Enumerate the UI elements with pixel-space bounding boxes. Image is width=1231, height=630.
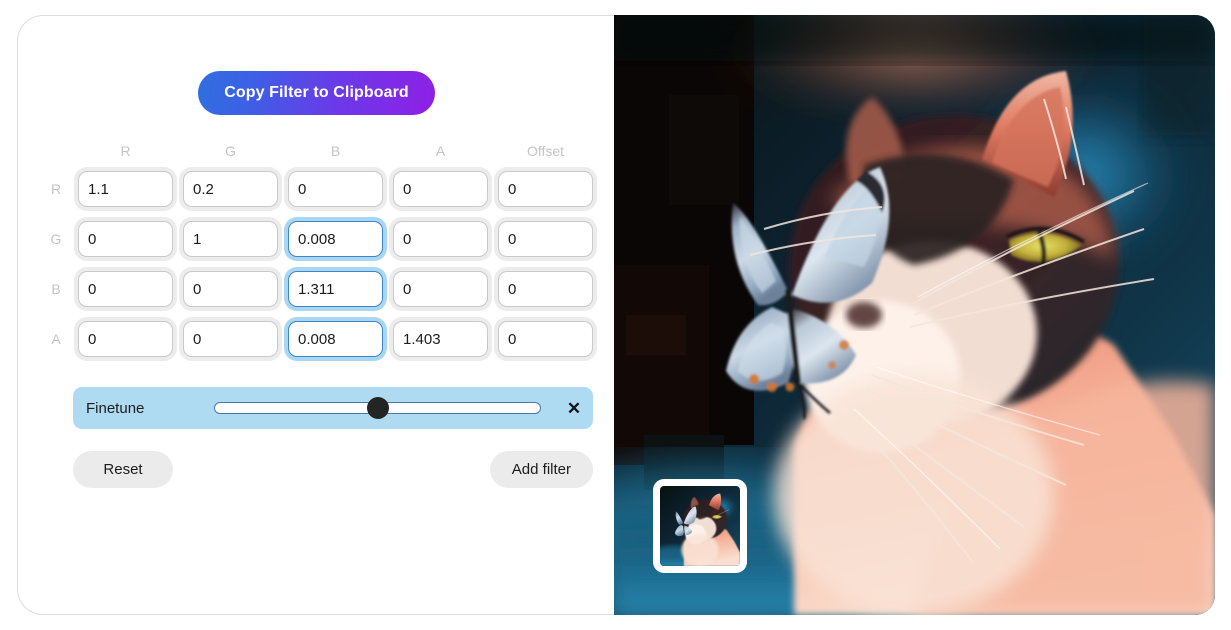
input-g-a[interactable] [393,221,488,257]
matrix-row-g: G [39,214,599,264]
input-r-a[interactable] [393,171,488,207]
input-a-b[interactable] [288,321,383,357]
cell-b-b [283,271,388,307]
input-a-a[interactable] [393,321,488,357]
input-b-offset[interactable] [498,271,593,307]
cell-g-g [178,221,283,257]
column-header-r: R [120,143,131,159]
input-r-offset[interactable] [498,171,593,207]
input-g-g[interactable] [183,221,278,257]
finetune-slider-thumb[interactable] [366,397,389,419]
input-a-g[interactable] [183,321,278,357]
input-g-offset[interactable] [498,221,593,257]
copy-button-container: Copy Filter to Clipboard [18,71,615,115]
input-a-r[interactable] [78,321,173,357]
cell-a-offset [493,321,598,357]
input-g-b[interactable] [288,221,383,257]
matrix-row-a: A [39,314,599,364]
finetune-row: Finetune ✕ [73,387,593,429]
row-label-g: G [50,231,62,247]
filter-editor-app: Copy Filter to Clipboard R G B A Offset … [0,0,1231,630]
input-r-b[interactable] [288,171,383,207]
matrix-row-b: B [39,264,599,314]
cell-r-a [388,171,493,207]
close-icon[interactable]: ✕ [555,400,593,417]
image-preview-panel [614,15,1215,615]
input-a-offset[interactable] [498,321,593,357]
input-b-a[interactable] [393,271,488,307]
column-header-a: A [435,143,446,159]
input-r-g[interactable] [183,171,278,207]
thumbnail-graphic [660,486,740,566]
cat-with-butterfly-thumbnail[interactable] [653,479,747,573]
input-r-r[interactable] [78,171,173,207]
cell-g-b [283,221,388,257]
cell-b-offset [493,271,598,307]
thumbnail-image [660,486,740,566]
cell-g-a [388,221,493,257]
copy-filter-to-clipboard-button[interactable]: Copy Filter to Clipboard [198,71,435,115]
row-label-b: B [51,281,61,297]
cell-b-r [73,271,178,307]
input-b-g[interactable] [183,271,278,307]
add-filter-button[interactable]: Add filter [489,451,593,488]
cell-a-r [73,321,178,357]
cell-b-g [178,271,283,307]
finetune-slider[interactable] [206,387,549,429]
cell-a-b [283,321,388,357]
action-button-row: Reset Add filter [73,451,593,488]
column-header-g: G [225,143,236,159]
matrix-header-row: R G B A Offset [39,138,599,164]
matrix-row-r: R [39,164,599,214]
row-label-a: A [51,331,61,347]
input-g-r[interactable] [78,221,173,257]
control-panel-card: Copy Filter to Clipboard R G B A Offset … [17,15,614,615]
cell-r-r [73,171,178,207]
input-b-b[interactable] [288,271,383,307]
cell-r-b [283,171,388,207]
cell-r-g [178,171,283,207]
cell-r-offset [493,171,598,207]
cell-a-g [178,321,283,357]
cell-g-offset [493,221,598,257]
column-header-b: B [330,143,341,159]
cell-b-a [388,271,493,307]
row-label-r: R [50,181,62,197]
cell-g-r [73,221,178,257]
input-b-r[interactable] [78,271,173,307]
reset-button[interactable]: Reset [73,451,173,488]
column-header-offset: Offset [526,143,565,159]
finetune-label: Finetune [86,399,145,417]
cell-a-a [388,321,493,357]
color-matrix: R G B A Offset R 1.1 0.2 0 0 0 G 0 1 0.0… [39,138,599,364]
